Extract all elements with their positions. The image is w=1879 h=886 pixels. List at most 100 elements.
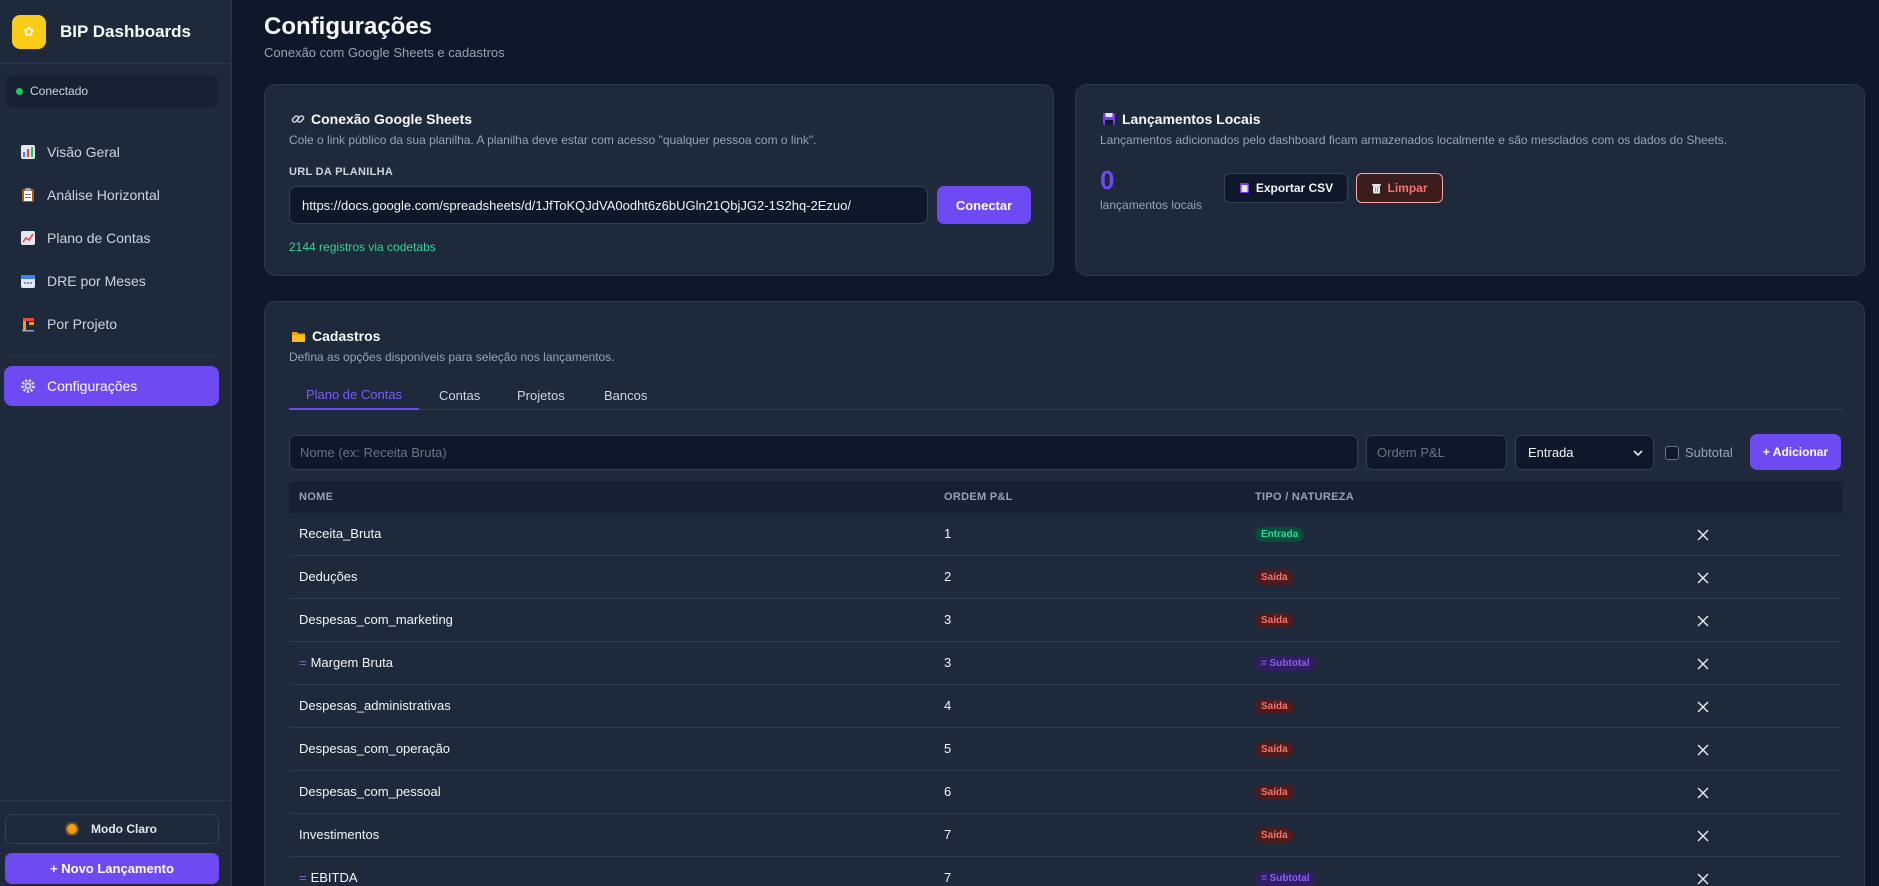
- sheets-card-title: Conexão Google Sheets: [291, 111, 472, 127]
- close-icon[interactable]: [1696, 743, 1710, 757]
- new-entry-button[interactable]: + Novo Lançamento: [5, 853, 219, 884]
- row-name: Receita_Bruta: [299, 526, 381, 541]
- page-subtitle: Conexão com Google Sheets e cadastros: [264, 45, 505, 60]
- status-dot-icon: [16, 87, 23, 95]
- local-count-label: lançamentos locais: [1100, 198, 1203, 212]
- brand-name: BIP Dashboards: [60, 21, 192, 41]
- building-icon: [18, 315, 38, 333]
- row-type-badge: = Subtotal: [1255, 871, 1316, 886]
- row-name: Despesas_com_operação: [299, 741, 450, 756]
- row-order: 4: [944, 698, 952, 713]
- row-name: Despesas_com_pessoal: [299, 784, 441, 799]
- row-name-text: Despesas_com_marketing: [299, 612, 453, 627]
- row-name: Despesas_administrativas: [299, 698, 451, 713]
- line-chart-icon: [18, 229, 38, 247]
- close-icon[interactable]: [1696, 657, 1710, 671]
- accounts-table: NOME ORDEM P&L TIPO / NATUREZA Receita_B…: [289, 482, 1843, 886]
- clear-local-button[interactable]: Limpar: [1356, 173, 1443, 203]
- nav-label: Configurações: [47, 378, 138, 394]
- sidebar-divider: [8, 355, 216, 356]
- tab-bancos[interactable]: Bancos: [604, 380, 647, 410]
- row-name-text: Receita_Bruta: [299, 526, 382, 541]
- connection-status: Conectado: [5, 75, 219, 107]
- row-type-badge: Saída: [1255, 828, 1294, 843]
- sidebar-footer-divider: [0, 800, 232, 801]
- nav-item-dre-por-meses[interactable]: DRE por Meses: [4, 261, 219, 301]
- sidebar: ✿ BIP Dashboards Conectado Visão Geral A…: [0, 0, 232, 886]
- row-name: Investimentos: [299, 827, 379, 842]
- row-type-badge: Entrada: [1255, 527, 1305, 542]
- row-name: Deduções: [299, 569, 358, 584]
- theme-toggle-button[interactable]: Modo Claro: [5, 814, 219, 844]
- local-card-subtitle: Lançamentos adicionados pelo dashboard f…: [1100, 133, 1728, 147]
- row-order: 7: [944, 870, 952, 885]
- type-select[interactable]: Entrada: [1515, 435, 1654, 470]
- export-csv-button[interactable]: Exportar CSV: [1224, 173, 1348, 203]
- close-icon[interactable]: [1696, 829, 1710, 843]
- floppy-disk-icon: [1102, 112, 1116, 126]
- sun-icon: [67, 824, 77, 834]
- close-icon[interactable]: [1696, 700, 1710, 714]
- table-row: = Margem Bruta 3 = Subtotal: [289, 642, 1843, 685]
- nav-item-visao-geral[interactable]: Visão Geral: [4, 132, 219, 172]
- link-icon: [291, 112, 305, 126]
- nav-item-por-projeto[interactable]: Por Projeto: [4, 304, 219, 344]
- row-type-badge: = Subtotal: [1255, 656, 1316, 671]
- local-entries-card: Lançamentos Locais Lançamentos adicionad…: [1075, 84, 1865, 276]
- cadastros-tabs: Plano de Contas Contas Projetos Bancos: [289, 380, 1843, 410]
- row-type-badge: Saída: [1255, 785, 1294, 800]
- row-type-badge: Saída: [1255, 613, 1294, 628]
- local-title-text: Lançamentos Locais: [1122, 111, 1261, 127]
- close-icon[interactable]: [1696, 614, 1710, 628]
- connect-button[interactable]: Conectar: [937, 186, 1031, 224]
- sheet-url-input[interactable]: https://docs.google.com/spreadsheets/d/1…: [289, 186, 928, 224]
- chevron-down-icon: [1633, 449, 1643, 456]
- row-order: 5: [944, 741, 952, 756]
- pl-order-input[interactable]: Ordem P&L: [1366, 435, 1507, 470]
- bar-chart-icon: [18, 143, 38, 161]
- nav-item-configuracoes[interactable]: Configurações: [4, 366, 219, 406]
- add-account-button[interactable]: + Adicionar: [1750, 434, 1841, 470]
- tab-plano-de-contas[interactable]: Plano de Contas: [289, 380, 419, 410]
- local-count: 0: [1100, 165, 1115, 195]
- close-icon[interactable]: [1696, 528, 1710, 542]
- subtotal-prefix: =: [299, 870, 307, 885]
- gear-icon: [18, 377, 38, 395]
- nav-item-analise-horizontal[interactable]: Análise Horizontal: [4, 175, 219, 215]
- row-order: 6: [944, 784, 952, 799]
- table-body: Receita_Bruta 1 Entrada Deduções 2 Saída…: [289, 513, 1843, 886]
- tab-projetos[interactable]: Projetos: [517, 380, 565, 410]
- trash-icon: [1371, 182, 1382, 194]
- row-name: = Margem Bruta: [299, 655, 393, 670]
- close-icon[interactable]: [1696, 571, 1710, 585]
- cadastros-card-title: Cadastros: [291, 328, 380, 344]
- row-type-badge: Saída: [1255, 570, 1294, 585]
- clear-local-label: Limpar: [1387, 181, 1428, 195]
- nav-label: Por Projeto: [47, 316, 118, 332]
- calendar-icon: [18, 272, 38, 290]
- subtotal-checkbox[interactable]: Subtotal: [1665, 435, 1733, 470]
- tab-contas[interactable]: Contas: [439, 380, 480, 410]
- table-row: Deduções 2 Saída: [289, 556, 1843, 599]
- theme-toggle-label: Modo Claro: [91, 822, 157, 836]
- brand[interactable]: ✿ BIP Dashboards: [0, 0, 231, 64]
- table-row: Despesas_com_pessoal 6 Saída: [289, 771, 1843, 814]
- cadastros-card-subtitle: Defina as opções disponíveis para seleçã…: [289, 350, 615, 364]
- url-label: URL DA PLANILHA: [289, 166, 394, 178]
- account-name-input[interactable]: Nome (ex: Receita Bruta): [289, 435, 1358, 470]
- table-row: Investimentos 7 Saída: [289, 814, 1843, 857]
- cadastros-title-text: Cadastros: [312, 328, 381, 344]
- close-icon[interactable]: [1696, 872, 1710, 886]
- row-name-text: Deduções: [299, 569, 358, 584]
- header-type: TIPO / NATUREZA: [1255, 491, 1355, 503]
- row-order: 7: [944, 827, 952, 842]
- brand-logo-icon: ✿: [12, 14, 46, 49]
- table-header: NOME ORDEM P&L TIPO / NATUREZA: [289, 482, 1843, 513]
- table-row: Despesas_com_operação 5 Saída: [289, 728, 1843, 771]
- page-title: Configurações: [264, 13, 433, 40]
- table-row: Receita_Bruta 1 Entrada: [289, 513, 1843, 556]
- subtotal-prefix: =: [299, 655, 307, 670]
- close-icon[interactable]: [1696, 786, 1710, 800]
- checkbox-box[interactable]: [1665, 445, 1679, 460]
- nav-item-plano-de-contas[interactable]: Plano de Contas: [4, 218, 219, 258]
